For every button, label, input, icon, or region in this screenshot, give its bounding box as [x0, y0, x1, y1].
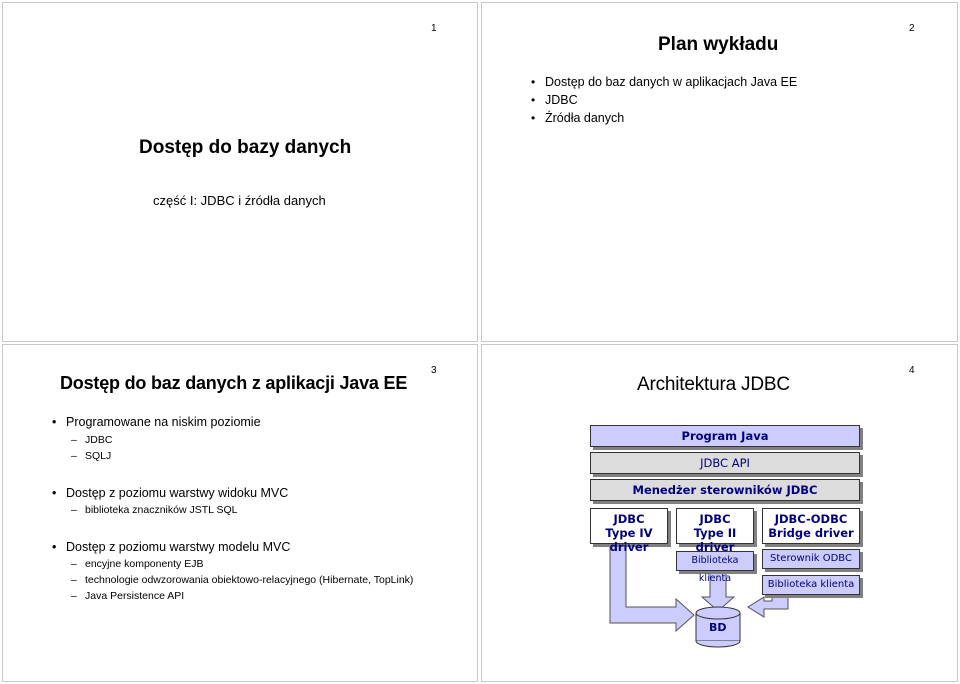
slide-title: Dostęp do bazy danych [139, 137, 352, 158]
type2-driver-line1: JDBC [699, 512, 731, 526]
bullet-item: Dostęp do baz danych w aplikacjach Java … [531, 73, 797, 91]
page-number: 3 [431, 365, 437, 376]
slide-title: Dostęp do baz danych z aplikacji Java EE [60, 373, 408, 393]
sub-bullet-item: biblioteka znaczników JSTL SQL [71, 504, 238, 516]
driver-manager-box: Menedżer sterowników JDBC [590, 479, 860, 501]
jdbc-api-box: JDBC API [590, 452, 860, 474]
bullet-item: Dostęp z poziomu warstwy modelu MVC [52, 540, 290, 554]
page-number: 2 [909, 23, 915, 34]
database-label: BD [709, 621, 727, 634]
slide-1: 1 Dostęp do bazy danych część I: JDBC i … [2, 2, 478, 342]
program-java-box: Program Java [590, 425, 860, 447]
sub-bullet-item: technologie odwzorowania obiektowo-relac… [71, 574, 413, 586]
type4-driver-line2: Type IV driver [605, 526, 653, 554]
sub-bullet-item: JDBC [71, 434, 112, 446]
type2-driver-box: JDBC Type II driver [676, 508, 754, 554]
sub-bullet-item: SQLJ [71, 450, 111, 462]
client-library-box: Biblioteka klienta [762, 575, 860, 595]
page-number: 1 [431, 23, 437, 34]
sub-bullet-item: encyjne komponenty EJB [71, 558, 203, 570]
slide-subtitle: część I: JDBC i źródła danych [153, 193, 326, 208]
slide-3: 3 Dostęp do baz danych z aplikacji Java … [2, 344, 478, 682]
bullet-item: JDBC [531, 91, 797, 109]
bridge-driver-line2: Bridge driver [768, 526, 854, 540]
slide-4: 4 Architektura JDBC Program Java JDBC AP… [481, 344, 958, 682]
bridge-driver-box: JDBC-ODBC Bridge driver [762, 508, 860, 544]
bridge-driver-line1: JDBC-ODBC [774, 512, 848, 526]
bullet-item: Programowane na niskim poziomie [52, 415, 261, 429]
bullet-list: Dostęp do baz danych w aplikacjach Java … [531, 73, 797, 127]
bullet-item: Źródła danych [531, 109, 797, 127]
type4-driver-line1: JDBC [613, 512, 645, 526]
odbc-driver-box: Sterownik ODBC [762, 549, 860, 569]
type2-driver-line2: Type II driver [693, 526, 737, 554]
type4-driver-box: JDBC Type IV driver [590, 508, 668, 554]
sub-bullet-item: Java Persistence API [71, 590, 184, 602]
arrow-bridge-to-db [747, 594, 789, 618]
slide-title: Plan wykładu [658, 34, 779, 55]
slide-2: 2 Plan wykładu Dostęp do baz danych w ap… [481, 2, 958, 342]
client-library-box: Biblioteka klienta [676, 551, 754, 584]
bullet-item: Dostęp z poziomu warstwy widoku MVC [52, 486, 288, 500]
